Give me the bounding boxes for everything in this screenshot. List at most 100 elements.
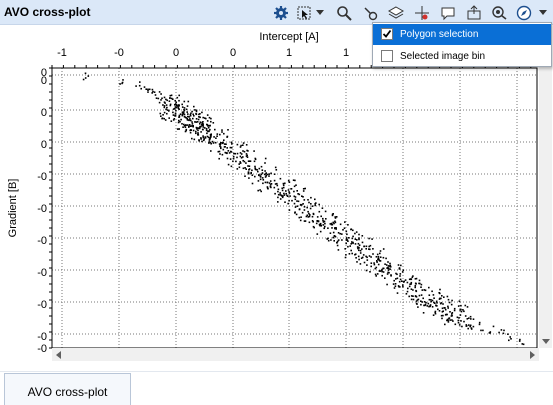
data-point xyxy=(410,298,413,301)
data-point xyxy=(308,212,310,215)
comment-icon[interactable] xyxy=(438,3,458,22)
data-point xyxy=(469,315,472,318)
data-point xyxy=(294,211,296,213)
data-point xyxy=(191,125,193,127)
data-point xyxy=(444,308,447,311)
data-point xyxy=(176,128,179,130)
data-point xyxy=(480,329,482,332)
data-point xyxy=(254,175,256,178)
data-point xyxy=(423,304,425,307)
data-point xyxy=(245,144,248,146)
data-point xyxy=(382,256,385,259)
vertical-scrollbar[interactable] xyxy=(539,52,552,348)
probe-icon[interactable] xyxy=(360,3,380,22)
export-image-icon[interactable] xyxy=(464,3,484,22)
crosshair-icon[interactable] xyxy=(412,3,432,22)
data-point xyxy=(503,329,505,332)
tab-avo-cross-plot[interactable]: AVO cross-plot xyxy=(4,373,131,405)
data-point xyxy=(488,332,491,334)
data-point xyxy=(303,206,306,208)
scroll-left-icon[interactable] xyxy=(56,351,61,359)
data-point xyxy=(384,263,386,265)
data-point xyxy=(447,319,449,322)
data-point xyxy=(310,196,312,199)
data-point xyxy=(168,110,170,112)
data-point xyxy=(205,127,208,130)
data-point xyxy=(354,232,356,235)
data-point xyxy=(227,129,229,131)
data-point xyxy=(185,117,188,119)
data-point xyxy=(262,179,265,181)
data-point xyxy=(181,123,183,125)
data-point xyxy=(432,294,435,296)
data-point xyxy=(223,132,225,135)
y-tick-label: -0 xyxy=(37,343,47,355)
data-point xyxy=(138,84,141,87)
data-point xyxy=(412,289,414,291)
checkbox-unchecked[interactable] xyxy=(381,50,393,62)
data-point xyxy=(463,320,465,323)
data-point xyxy=(334,217,337,219)
data-point xyxy=(267,187,269,190)
data-point xyxy=(238,163,240,165)
checkbox-checked[interactable] xyxy=(381,28,393,40)
data-point xyxy=(283,194,286,196)
data-point xyxy=(332,213,334,215)
data-point xyxy=(283,192,285,195)
data-point xyxy=(281,195,283,197)
data-point xyxy=(366,259,369,261)
x-tick-label: -0 xyxy=(114,47,124,59)
data-point xyxy=(248,165,251,167)
data-point xyxy=(359,249,362,252)
magnifier-icon[interactable] xyxy=(334,3,354,22)
data-point xyxy=(314,204,316,207)
data-point xyxy=(401,271,404,273)
data-point xyxy=(350,249,352,252)
data-point xyxy=(415,300,418,302)
menu-item-selected-image-bin[interactable]: Selected image bin xyxy=(373,46,551,67)
x-tick-label: 1 xyxy=(286,47,292,59)
data-point xyxy=(143,86,146,88)
data-point xyxy=(444,323,446,326)
data-point xyxy=(330,223,333,226)
data-point xyxy=(346,233,348,236)
scroll-down-icon[interactable] xyxy=(542,339,550,344)
data-point xyxy=(375,275,377,277)
data-point xyxy=(195,121,198,123)
cross-plot[interactable]: -1 -0 0 0 1 1 0 0 0 0 -0 -0 -0 -0 -0 -0 -0 Intercept [A… xyxy=(0,26,553,366)
data-point xyxy=(165,108,167,111)
gear-icon[interactable] xyxy=(271,3,291,22)
chevron-down-icon[interactable] xyxy=(538,3,548,22)
data-point xyxy=(251,169,253,172)
data-point xyxy=(469,325,471,328)
data-point xyxy=(322,224,325,226)
horizontal-scrollbar[interactable] xyxy=(52,348,539,361)
scroll-right-icon[interactable] xyxy=(530,351,535,359)
data-point xyxy=(242,150,244,152)
data-point xyxy=(333,222,335,225)
data-point xyxy=(389,265,391,268)
data-point xyxy=(324,222,326,225)
data-point xyxy=(161,117,164,119)
scatter-plot[interactable]: -1 -0 0 0 1 1 0000-0-0-0-0-0-0-0 Intercept [A… xyxy=(0,26,553,366)
data-point xyxy=(227,150,230,152)
data-point xyxy=(498,331,500,334)
selection-tool-icon[interactable] xyxy=(294,3,314,22)
data-point xyxy=(219,145,221,147)
search-zoom-icon[interactable] xyxy=(489,3,509,22)
data-point xyxy=(232,155,235,158)
data-point xyxy=(194,121,196,123)
data-point xyxy=(468,324,470,326)
menu-item-polygon-selection[interactable]: Polygon selection xyxy=(373,24,551,45)
data-point xyxy=(345,239,348,241)
layers-icon[interactable] xyxy=(386,3,406,22)
data-point xyxy=(285,192,287,195)
data-point xyxy=(209,124,211,127)
data-point xyxy=(408,295,410,298)
data-point xyxy=(196,121,199,123)
data-point xyxy=(358,233,360,236)
compass-icon[interactable] xyxy=(514,3,534,22)
chevron-down-icon[interactable] xyxy=(315,3,325,22)
data-point xyxy=(464,304,467,307)
data-point xyxy=(232,157,235,160)
